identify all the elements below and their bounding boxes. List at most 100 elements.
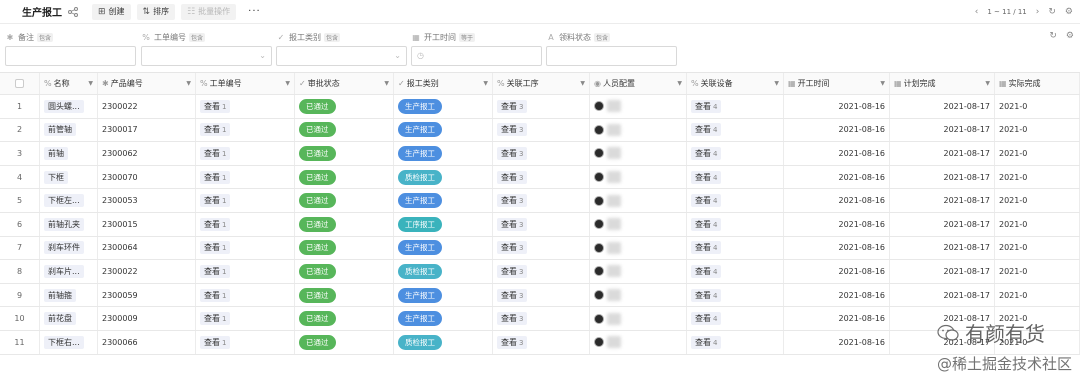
more-button[interactable]: ··· (248, 6, 261, 17)
column-header-personnel[interactable]: ◉ 人员配置 ▼ (590, 73, 687, 94)
view-device-link[interactable]: 查看 4 (691, 146, 722, 160)
process-cell[interactable]: 查看 3 (493, 260, 590, 283)
name-cell[interactable]: 下框 (40, 165, 98, 189)
actual-date-cell[interactable]: 2021-0 (995, 189, 1080, 212)
name-cell[interactable]: 下框左... (40, 189, 98, 212)
actual-date-cell[interactable]: 2021-0 (995, 118, 1080, 142)
order-cell[interactable]: 查看 1 (196, 118, 295, 142)
status-cell[interactable]: 已通过 (295, 118, 394, 142)
actual-date-cell[interactable]: 2021-0 (995, 212, 1080, 236)
device-cell[interactable]: 查看 4 (687, 212, 784, 236)
person-chip[interactable] (594, 171, 621, 184)
name-tag[interactable]: 前轴 (44, 146, 68, 160)
column-header-actual[interactable]: ▦ 实际完成 (995, 73, 1080, 94)
column-header-start[interactable]: ▦ 开工时间 ▼ (784, 73, 890, 94)
category-cell[interactable]: 生产报工 (394, 236, 493, 260)
view-device-link[interactable]: 查看 4 (691, 194, 722, 208)
order-cell[interactable]: 查看 1 (196, 165, 295, 189)
start-date-cell[interactable]: 2021-08-16 (784, 189, 890, 212)
view-process-link[interactable]: 查看 3 (497, 170, 528, 184)
actual-date-cell[interactable]: 2021-0 (995, 260, 1080, 283)
sort-caret-icon[interactable]: ▼ (880, 80, 885, 87)
device-cell[interactable]: 查看 4 (687, 189, 784, 212)
personnel-cell[interactable] (590, 330, 687, 354)
name-tag[interactable]: 下框右... (44, 335, 84, 349)
name-tag[interactable]: 前管轴 (44, 123, 76, 137)
personnel-cell[interactable] (590, 236, 687, 260)
personnel-cell[interactable] (590, 283, 687, 307)
status-cell[interactable]: 已通过 (295, 165, 394, 189)
device-cell[interactable]: 查看 4 (687, 165, 784, 189)
plan-date-cell[interactable]: 2021-08-17 (890, 165, 995, 189)
select-all-checkbox[interactable] (15, 79, 24, 88)
personnel-cell[interactable] (590, 189, 687, 212)
plan-date-cell[interactable]: 2021-08-17 (890, 189, 995, 212)
order-cell[interactable]: 查看 1 (196, 95, 295, 118)
name-cell[interactable]: 前轴 (40, 142, 98, 165)
next-page-icon[interactable]: › (1036, 7, 1040, 17)
share-icon[interactable] (68, 6, 78, 17)
sort-caret-icon[interactable]: ▼ (186, 80, 191, 87)
status-cell[interactable]: 已通过 (295, 189, 394, 212)
name-tag[interactable]: 下框 (44, 170, 68, 184)
sort-caret-icon[interactable]: ▼ (985, 80, 990, 87)
filter-operator[interactable]: 包含 (594, 32, 611, 42)
category-cell[interactable]: 质检报工 (394, 165, 493, 189)
process-cell[interactable]: 查看 3 (493, 330, 590, 354)
person-chip[interactable] (594, 194, 621, 207)
table-row[interactable]: 1 圆头螺... 2300022 查看 1 已通过 生产报工 查看 3 查看 4 2021-08-16… (0, 95, 1080, 119)
product-cell[interactable]: 2300059 (98, 283, 196, 307)
person-chip[interactable] (594, 336, 621, 349)
process-cell[interactable]: 查看 3 (493, 189, 590, 212)
start-date-cell[interactable]: 2021-08-16 (784, 165, 890, 189)
status-cell[interactable]: 已通过 (295, 307, 394, 330)
report-category-select[interactable]: ⌄ (276, 46, 407, 66)
name-cell[interactable]: 前轴箍 (40, 283, 98, 307)
column-header-device[interactable]: % 关联设备 ▼ (687, 73, 784, 94)
plan-date-cell[interactable]: 2021-08-17 (890, 212, 995, 236)
status-cell[interactable]: 已通过 (295, 283, 394, 307)
view-order-link[interactable]: 查看 1 (200, 123, 231, 137)
view-process-link[interactable]: 查看 3 (497, 288, 528, 302)
start-date-cell[interactable]: 2021-08-16 (784, 307, 890, 330)
view-process-link[interactable]: 查看 3 (497, 99, 528, 113)
person-chip[interactable] (594, 147, 621, 160)
personnel-cell[interactable] (590, 260, 687, 283)
process-cell[interactable]: 查看 3 (493, 283, 590, 307)
filter-operator[interactable]: 包含 (189, 32, 206, 42)
device-cell[interactable]: 查看 4 (687, 236, 784, 260)
view-device-link[interactable]: 查看 4 (691, 123, 722, 137)
table-row[interactable]: 5 下框左... 2300053 查看 1 已通过 生产报工 查看 3 查看 4 2021-08-16… (0, 189, 1080, 213)
sort-caret-icon[interactable]: ▼ (774, 80, 779, 87)
view-order-link[interactable]: 查看 1 (200, 264, 231, 278)
refresh-icon[interactable]: ↻ (1048, 7, 1056, 17)
status-cell[interactable]: 已通过 (295, 236, 394, 260)
product-cell[interactable]: 2300070 (98, 165, 196, 189)
category-cell[interactable]: 生产报工 (394, 142, 493, 165)
name-cell[interactable]: 刹车片... (40, 260, 98, 283)
process-cell[interactable]: 查看 3 (493, 165, 590, 189)
order-number-select[interactable]: ⌄ (141, 46, 272, 66)
process-cell[interactable]: 查看 3 (493, 212, 590, 236)
view-process-link[interactable]: 查看 3 (497, 146, 528, 160)
person-chip[interactable] (594, 241, 621, 254)
order-cell[interactable]: 查看 1 (196, 330, 295, 354)
filter-settings-icon[interactable]: ⚙ (1066, 31, 1074, 41)
start-date-cell[interactable]: 2021-08-16 (784, 236, 890, 260)
personnel-cell[interactable] (590, 165, 687, 189)
view-order-link[interactable]: 查看 1 (200, 99, 231, 113)
actual-date-cell[interactable]: 2021-0 (995, 165, 1080, 189)
person-chip[interactable] (594, 218, 621, 231)
device-cell[interactable]: 查看 4 (687, 283, 784, 307)
table-row[interactable]: 6 前轴孔夹 2300015 查看 1 已通过 工序报工 查看 3 查看 4 2021-08-16 20… (0, 212, 1080, 237)
view-order-link[interactable]: 查看 1 (200, 170, 231, 184)
personnel-cell[interactable] (590, 212, 687, 236)
plan-date-cell[interactable]: 2021-08-17 (890, 142, 995, 165)
category-cell[interactable]: 生产报工 (394, 118, 493, 142)
table-row[interactable]: 7 刹车环件 2300064 查看 1 已通过 生产报工 查看 3 查看 4 2021-08-16 20… (0, 236, 1080, 261)
actual-date-cell[interactable]: 2021-0 (995, 95, 1080, 118)
person-chip[interactable] (594, 123, 621, 136)
status-cell[interactable]: 已通过 (295, 142, 394, 165)
order-cell[interactable]: 查看 1 (196, 283, 295, 307)
name-tag[interactable]: 刹车片... (44, 264, 84, 278)
